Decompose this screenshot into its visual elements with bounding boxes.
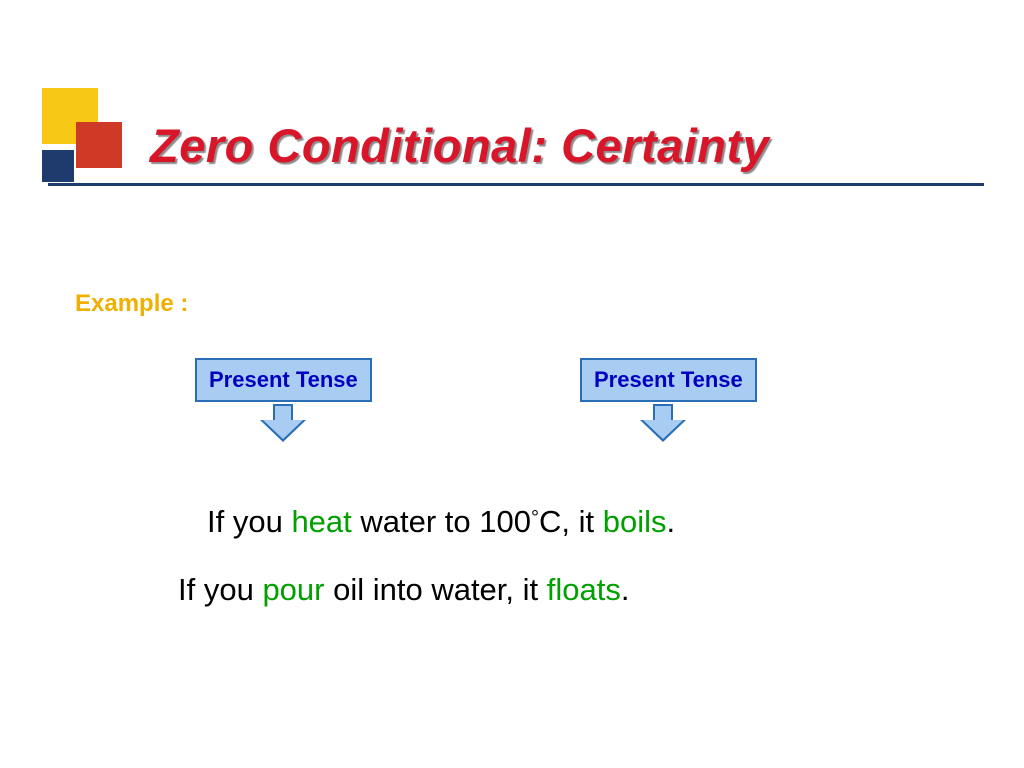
square-navy: [42, 150, 74, 182]
decorative-squares: [42, 88, 137, 183]
square-red: [76, 122, 122, 168]
slide-title: Zero Conditional: Certainty: [150, 118, 980, 173]
example-sentence-2: If you pour oil into water, it floats.: [178, 572, 630, 608]
text: oil into water, it: [324, 572, 546, 607]
title-rule: [48, 183, 984, 186]
verb-boils: boils: [603, 504, 667, 539]
verb-floats: floats: [547, 572, 621, 607]
degree-symbol: °: [531, 507, 539, 529]
text: water to 100: [352, 504, 531, 539]
example-sentence-1: If you heat water to 100°C, it boils.: [207, 504, 675, 540]
text: If you: [178, 572, 262, 607]
arrow-down-icon: [640, 404, 686, 444]
verb-pour: pour: [262, 572, 324, 607]
text: .: [621, 572, 630, 607]
tense-box-right: Present Tense: [580, 358, 757, 402]
example-label: Example :: [75, 290, 188, 318]
text: .: [667, 504, 676, 539]
tense-box-left: Present Tense: [195, 358, 372, 402]
verb-heat: heat: [291, 504, 351, 539]
text: If you: [207, 504, 291, 539]
arrow-down-icon: [260, 404, 306, 444]
text: C, it: [539, 504, 603, 539]
